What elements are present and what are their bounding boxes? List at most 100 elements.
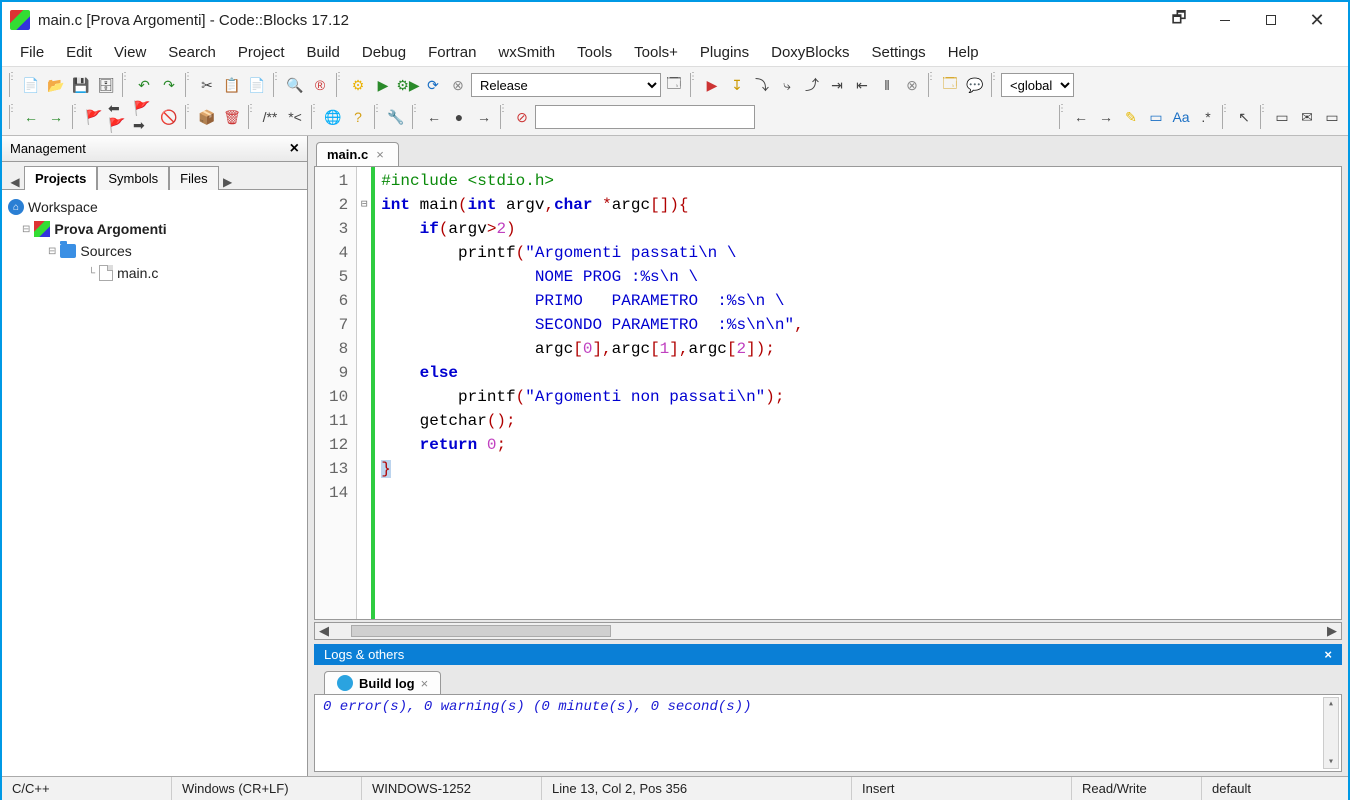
editor-tab-mainc[interactable]: main.c ×	[316, 142, 399, 166]
run-icon[interactable]: ▶	[371, 73, 395, 97]
bookmark-prev-icon[interactable]: ⬅🚩	[107, 105, 131, 129]
tree-project[interactable]: ⊟ Prova Argomenti	[8, 218, 301, 240]
highlight-icon[interactable]: ✎	[1119, 105, 1143, 129]
replace-icon[interactable]: ®	[308, 73, 332, 97]
copy-icon[interactable]: 📋	[220, 73, 244, 97]
back-icon[interactable]: ←	[19, 105, 43, 129]
save-icon[interactable]: 💾	[69, 73, 93, 97]
maximize-button[interactable]	[1248, 5, 1294, 35]
tree-expander-icon[interactable]: ⊟	[48, 246, 54, 257]
menu-tools[interactable]: Tools+	[624, 42, 688, 63]
chm-icon[interactable]: 🌐	[321, 105, 345, 129]
editor-hscroll[interactable]: ◀ ▶	[314, 622, 1342, 640]
menu-file[interactable]: File	[10, 42, 54, 63]
title-extra-icon[interactable]: 🗗	[1156, 5, 1202, 35]
logs-close-icon[interactable]: ×	[1324, 647, 1332, 662]
step-into-icon[interactable]: ⤷	[775, 73, 799, 97]
scroll-right-icon[interactable]: ▶	[1323, 623, 1341, 639]
case-icon[interactable]: Aa	[1169, 105, 1193, 129]
tab-projects[interactable]: Projects	[24, 166, 97, 190]
step-out-icon[interactable]: ⤴	[800, 73, 824, 97]
minimize-button[interactable]	[1202, 5, 1248, 35]
tree-expander-icon[interactable]: ⊟	[22, 224, 28, 235]
regex-icon[interactable]: .*	[1194, 105, 1218, 129]
scope-select[interactable]: <global	[1001, 73, 1074, 97]
menu-help[interactable]: Help	[938, 42, 989, 63]
management-close-icon[interactable]: ×	[290, 140, 299, 158]
undo-icon[interactable]: ↶	[132, 73, 156, 97]
code-content[interactable]: #include <stdio.h>int main(int argv,char…	[375, 167, 809, 619]
cut-icon[interactable]: ✂	[195, 73, 219, 97]
menu-settings[interactable]: Settings	[861, 42, 935, 63]
break-icon[interactable]: ‖	[875, 73, 899, 97]
target-dialog-icon[interactable]: 🗔	[662, 73, 686, 97]
find-icon[interactable]: 🔍	[283, 73, 307, 97]
abort-icon[interactable]: ⊗	[446, 73, 470, 97]
tree-folder[interactable]: ⊟ Sources	[8, 240, 301, 262]
next-instr-icon[interactable]: ⇥	[825, 73, 849, 97]
help-icon[interactable]: ?	[346, 105, 370, 129]
debug-windows-icon[interactable]: 🗔	[938, 73, 962, 97]
menu-edit[interactable]: Edit	[56, 42, 102, 63]
menu-debug[interactable]: Debug	[352, 42, 416, 63]
clear-icon[interactable]: ⊘	[510, 105, 534, 129]
close-button[interactable]: ✕	[1294, 5, 1340, 35]
panel1-icon[interactable]: ▭	[1270, 105, 1294, 129]
menu-doxyblocks[interactable]: DoxyBlocks	[761, 42, 859, 63]
menu-wxsmith[interactable]: wxSmith	[488, 42, 565, 63]
menu-plugins[interactable]: Plugins	[690, 42, 759, 63]
build-icon[interactable]: ⚙	[346, 73, 370, 97]
tabs-left-arrow-icon[interactable]: ◀	[6, 175, 24, 189]
logs-vscroll[interactable]: ▴▾	[1323, 697, 1339, 769]
build-target-select[interactable]: Release	[471, 73, 661, 97]
code-editor[interactable]: 1234567891011121314 ⊟ #include <stdio.h>…	[314, 166, 1342, 620]
goto-prev-icon[interactable]: ←	[1069, 105, 1093, 129]
tabs-right-arrow-icon[interactable]: ▶	[219, 175, 237, 189]
select-icon[interactable]: ▭	[1144, 105, 1168, 129]
next-line-icon[interactable]: ⤵	[750, 73, 774, 97]
redo-icon[interactable]: ↷	[157, 73, 181, 97]
step-instr-icon[interactable]: ⇤	[850, 73, 874, 97]
menu-fortran[interactable]: Fortran	[418, 42, 486, 63]
stop-debug-icon[interactable]: ⊗	[900, 73, 924, 97]
menu-search[interactable]: Search	[158, 42, 226, 63]
rebuild-icon[interactable]: ⟳	[421, 73, 445, 97]
bookmark-toggle-icon[interactable]: 🚩	[82, 105, 106, 129]
panel2-icon[interactable]: ✉	[1295, 105, 1319, 129]
tab-symbols[interactable]: Symbols	[97, 166, 169, 190]
open-file-icon[interactable]: 📂	[44, 73, 68, 97]
bookmark-next-icon[interactable]: 🚩➡	[132, 105, 156, 129]
tab-files[interactable]: Files	[169, 166, 218, 190]
settings-icon[interactable]: 🔧	[384, 105, 408, 129]
bookmark-clear-icon[interactable]: 🚫	[157, 105, 181, 129]
fold-column[interactable]: ⊟	[357, 167, 375, 619]
cursor-icon[interactable]: ↖	[1232, 105, 1256, 129]
build-run-icon[interactable]: ⚙▶	[396, 73, 420, 97]
menu-build[interactable]: Build	[297, 42, 350, 63]
tree-file[interactable]: └ main.c	[8, 262, 301, 284]
comment-block-icon[interactable]: /**	[258, 105, 282, 129]
doxy-icon-2[interactable]: 🗑	[220, 105, 244, 129]
panel3-icon[interactable]: ▭	[1320, 105, 1344, 129]
project-tree[interactable]: ⌂ Workspace ⊟ Prova Argomenti ⊟ Sources …	[2, 190, 307, 776]
nav-prev-icon[interactable]: ←	[422, 105, 446, 129]
save-all-icon[interactable]: 🗄	[94, 73, 118, 97]
comment-line-icon[interactable]: *<	[283, 105, 307, 129]
goto-next-icon[interactable]: →	[1094, 105, 1118, 129]
editor-tab-close-icon[interactable]: ×	[376, 147, 384, 162]
new-file-icon[interactable]: 📄	[19, 73, 43, 97]
nav-marker-icon[interactable]: ●	[447, 105, 471, 129]
menu-tools[interactable]: Tools	[567, 42, 622, 63]
debug-start-icon[interactable]: ▶	[700, 73, 724, 97]
info-icon[interactable]: 💬	[963, 73, 987, 97]
menu-project[interactable]: Project	[228, 42, 295, 63]
logs-tab-buildlog[interactable]: Build log ×	[324, 671, 441, 694]
search-input[interactable]	[535, 105, 755, 129]
tree-workspace[interactable]: ⌂ Workspace	[8, 196, 301, 218]
run-to-cursor-icon[interactable]: ↧	[725, 73, 749, 97]
menu-view[interactable]: View	[104, 42, 156, 63]
logs-body[interactable]: 0 error(s), 0 warning(s) (0 minute(s), 0…	[314, 694, 1342, 772]
doxy-icon-1[interactable]: 📦	[195, 105, 219, 129]
scroll-left-icon[interactable]: ◀	[315, 623, 333, 639]
nav-next-icon[interactable]: →	[472, 105, 496, 129]
